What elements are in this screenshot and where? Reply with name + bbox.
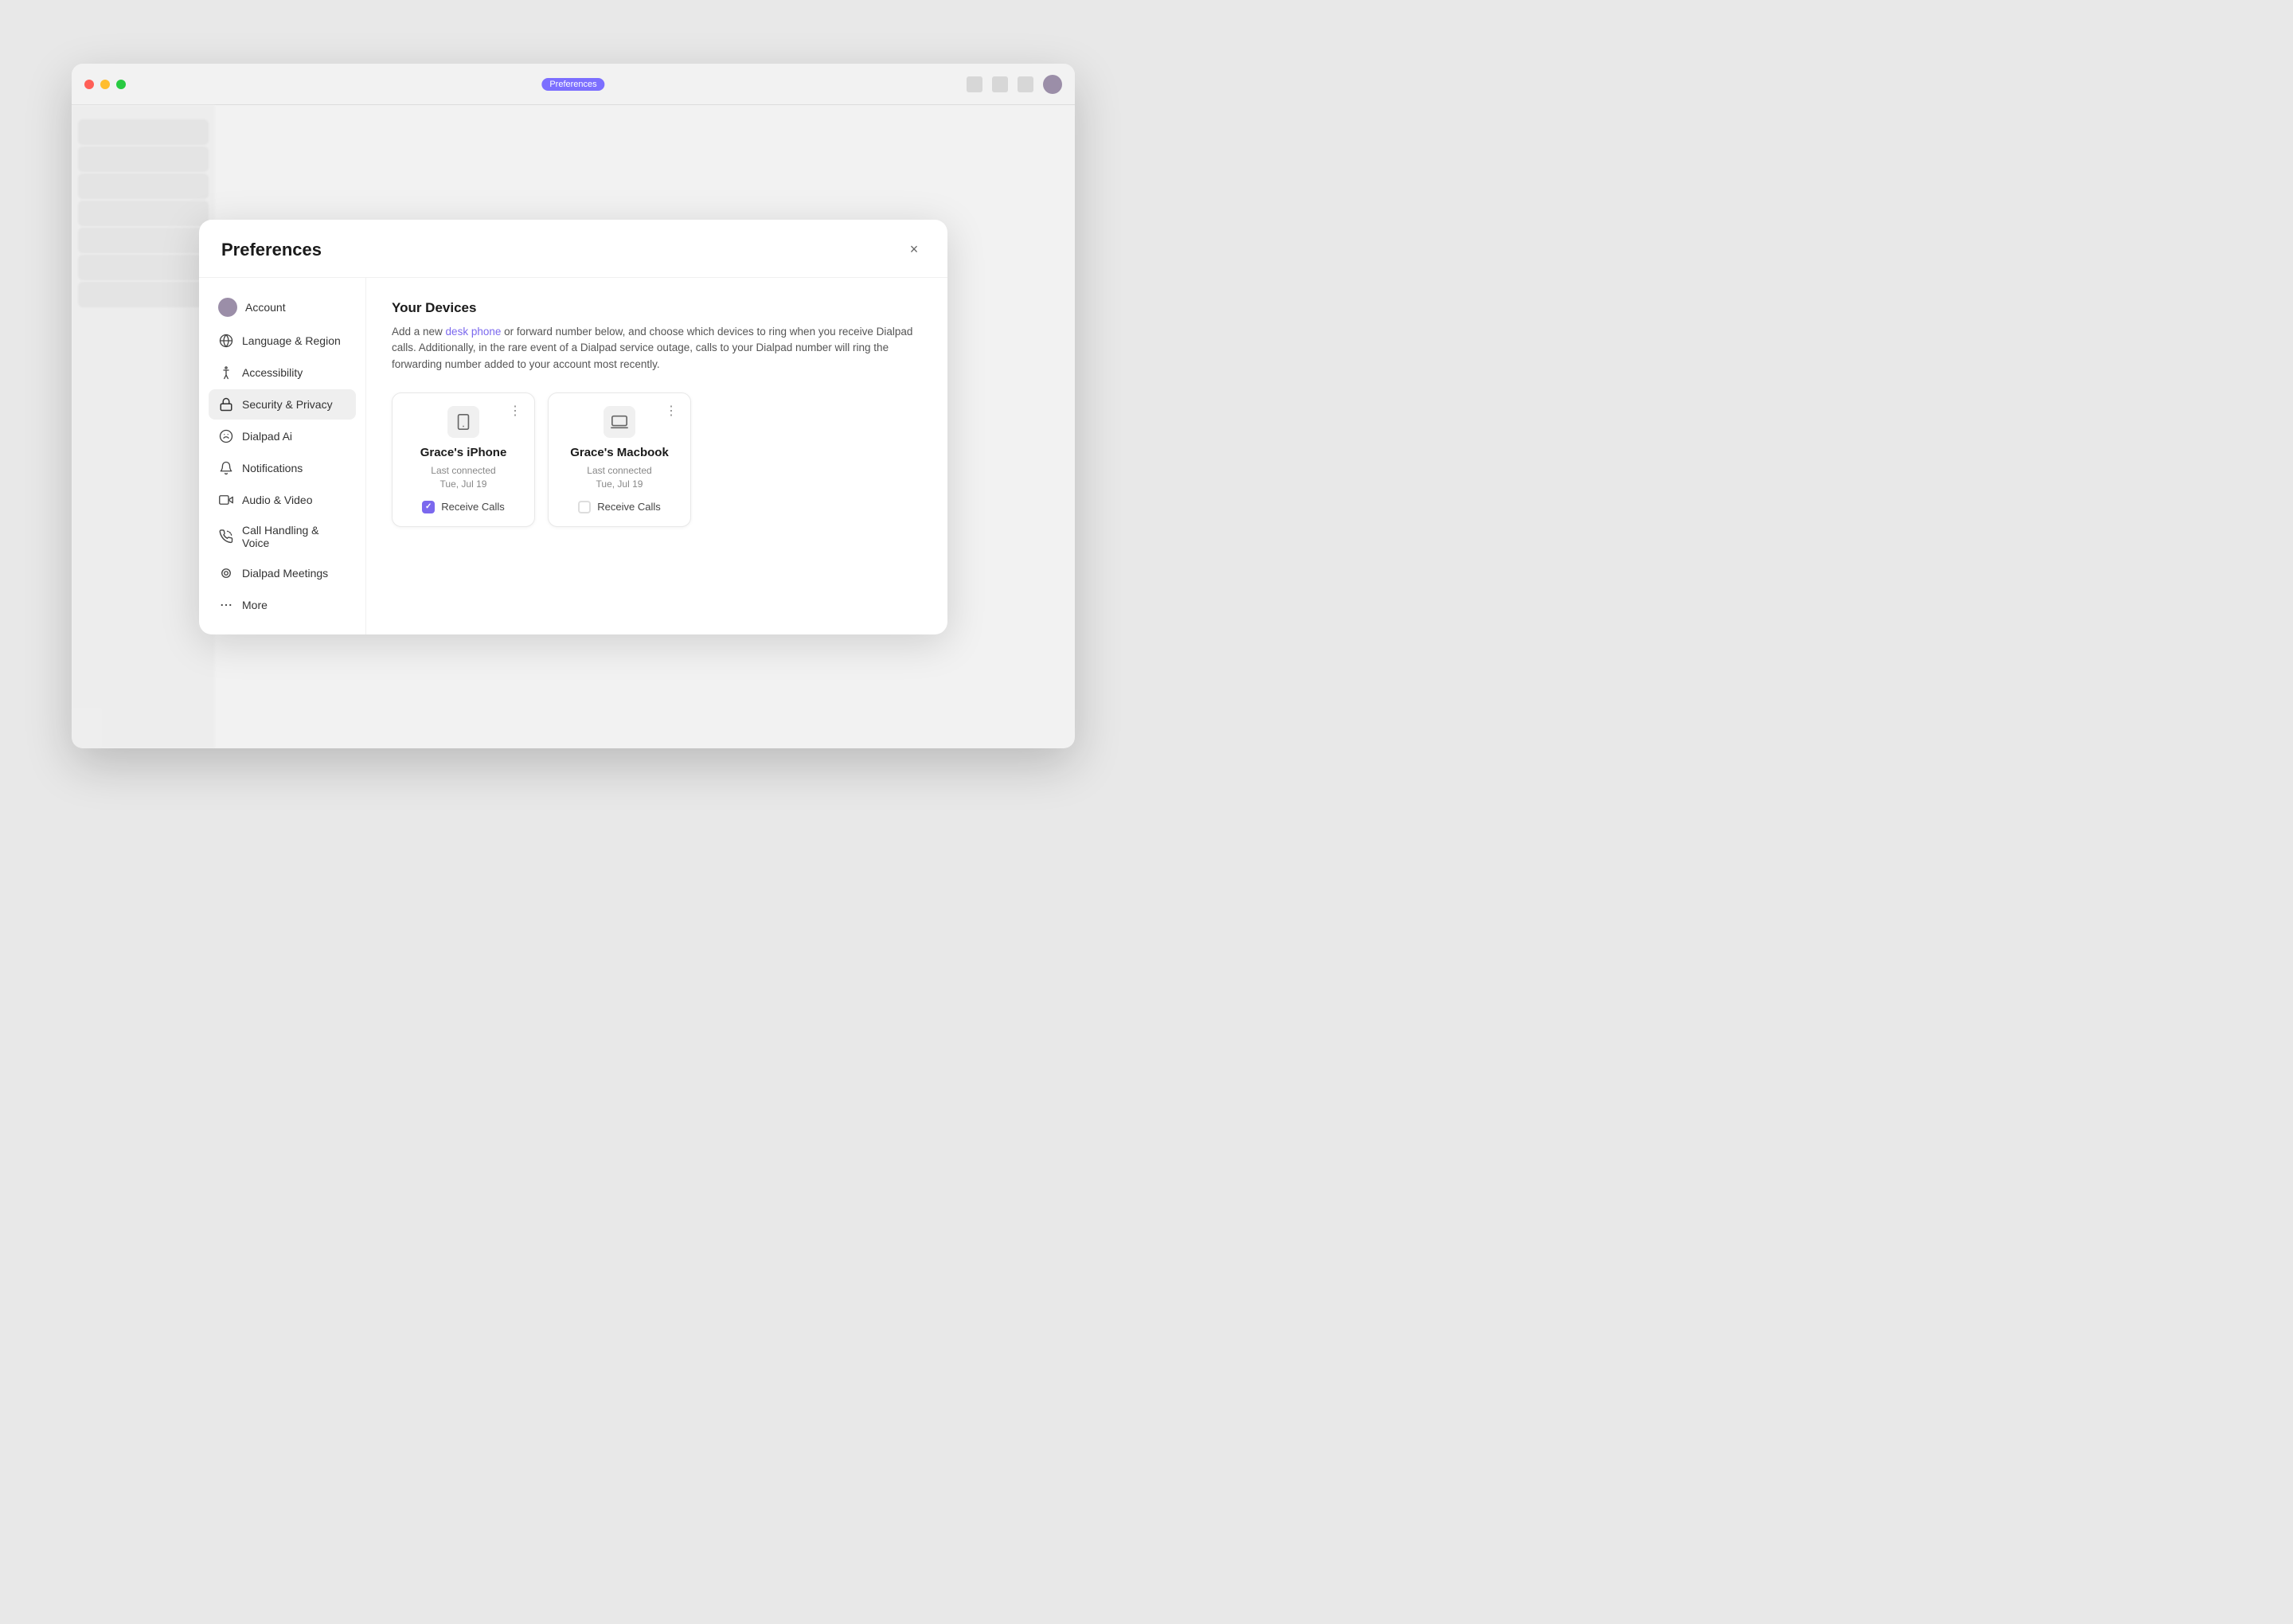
close-button[interactable]: × [903, 239, 925, 261]
avatar-icon [218, 298, 237, 317]
sidebar-item-more[interactable]: More [209, 590, 356, 620]
toolbar-icon-2 [992, 76, 1008, 92]
app-body: Preferences × Account [72, 105, 1075, 748]
modal-header: Preferences × [199, 220, 947, 278]
lock-icon [218, 396, 234, 412]
section-title: Your Devices [392, 300, 922, 316]
device-macbook-receive-calls-checkbox[interactable] [578, 501, 591, 513]
sidebar-item-more-label: More [242, 599, 268, 611]
accessibility-icon [218, 365, 234, 381]
macbook-icon [604, 406, 635, 438]
sidebar-item-audio-video[interactable]: Audio & Video [209, 485, 356, 515]
sidebar-item-accessibility[interactable]: Accessibility [209, 357, 356, 388]
device-macbook-receive-calls-row: Receive Calls [578, 501, 660, 513]
modal-overlay: Preferences × Account [72, 105, 1075, 748]
toolbar-icon-3 [1018, 76, 1033, 92]
devices-grid: ⋮ Grace's iPhone Last connected [392, 392, 922, 527]
sidebar-item-security[interactable]: Security & Privacy [209, 389, 356, 420]
sidebar-item-dialpad-meetings[interactable]: Dialpad Meetings [209, 558, 356, 588]
app-pill: Preferences [541, 78, 604, 91]
device-iphone-receive-calls-label: Receive Calls [441, 501, 504, 513]
modal-title: Preferences [221, 240, 322, 260]
nav-sidebar: Account Language & Region [199, 278, 366, 634]
sidebar-item-notifications-label: Notifications [242, 462, 303, 474]
sidebar-item-notifications[interactable]: Notifications [209, 453, 356, 483]
device-card-iphone: ⋮ Grace's iPhone Last connected [392, 392, 535, 527]
title-bar: Preferences [72, 64, 1075, 105]
ai-icon [218, 428, 234, 444]
minimize-traffic-light[interactable] [100, 80, 110, 89]
desk-phone-link[interactable]: desk phone [446, 326, 502, 338]
meetings-icon [218, 565, 234, 581]
sidebar-item-call-handling[interactable]: Call Handling & Voice [209, 517, 356, 556]
device-iphone-receive-calls-checkbox[interactable] [422, 501, 435, 513]
sidebar-item-language[interactable]: Language & Region [209, 326, 356, 356]
sidebar-item-dialpad-ai-label: Dialpad Ai [242, 430, 292, 443]
content-area: Your Devices Add a new desk phone or for… [366, 278, 947, 634]
maximize-traffic-light[interactable] [116, 80, 126, 89]
sidebar-item-dialpad-meetings-label: Dialpad Meetings [242, 567, 328, 580]
sidebar-item-accessibility-label: Accessibility [242, 366, 303, 379]
sidebar-item-audio-video-label: Audio & Video [242, 494, 312, 506]
sidebar-item-call-handling-label: Call Handling & Voice [242, 524, 346, 549]
device-iphone-name: Grace's iPhone [420, 446, 507, 459]
sidebar-item-language-label: Language & Region [242, 334, 341, 347]
camera-icon [218, 492, 234, 508]
language-icon [218, 333, 234, 349]
sidebar-item-security-label: Security & Privacy [242, 398, 333, 411]
sidebar-item-dialpad-ai[interactable]: Dialpad Ai [209, 421, 356, 451]
device-macbook-last-connected: Last connected Tue, Jul 19 [587, 464, 651, 491]
device-macbook-menu-button[interactable]: ⋮ [660, 401, 682, 420]
phone-wave-icon [218, 529, 234, 545]
section-description: Add a new desk phone or forward number b… [392, 324, 922, 374]
device-macbook-name: Grace's Macbook [570, 446, 669, 459]
device-iphone-menu-button[interactable]: ⋮ [504, 401, 526, 420]
more-icon [218, 597, 234, 613]
desc-before-link: Add a new [392, 326, 446, 338]
user-avatar-title-bar [1043, 75, 1062, 94]
sidebar-item-account-label: Account [245, 301, 286, 314]
iphone-icon [447, 406, 479, 438]
title-bar-icons [967, 75, 1062, 94]
device-iphone-receive-calls-row: Receive Calls [422, 501, 504, 513]
app-window: Preferences Preferen [72, 64, 1075, 748]
toolbar-icon-1 [967, 76, 982, 92]
device-macbook-receive-calls-label: Receive Calls [597, 501, 660, 513]
sidebar-item-account[interactable]: Account [209, 291, 356, 324]
title-bar-center: Preferences [541, 78, 604, 91]
device-iphone-last-connected: Last connected Tue, Jul 19 [431, 464, 495, 491]
preferences-modal: Preferences × Account [199, 220, 947, 634]
device-card-macbook: ⋮ Grace's Macbook Last connected [548, 392, 691, 527]
close-traffic-light[interactable] [84, 80, 94, 89]
bell-icon [218, 460, 234, 476]
modal-body: Account Language & Region [199, 278, 947, 634]
traffic-lights [84, 80, 126, 89]
